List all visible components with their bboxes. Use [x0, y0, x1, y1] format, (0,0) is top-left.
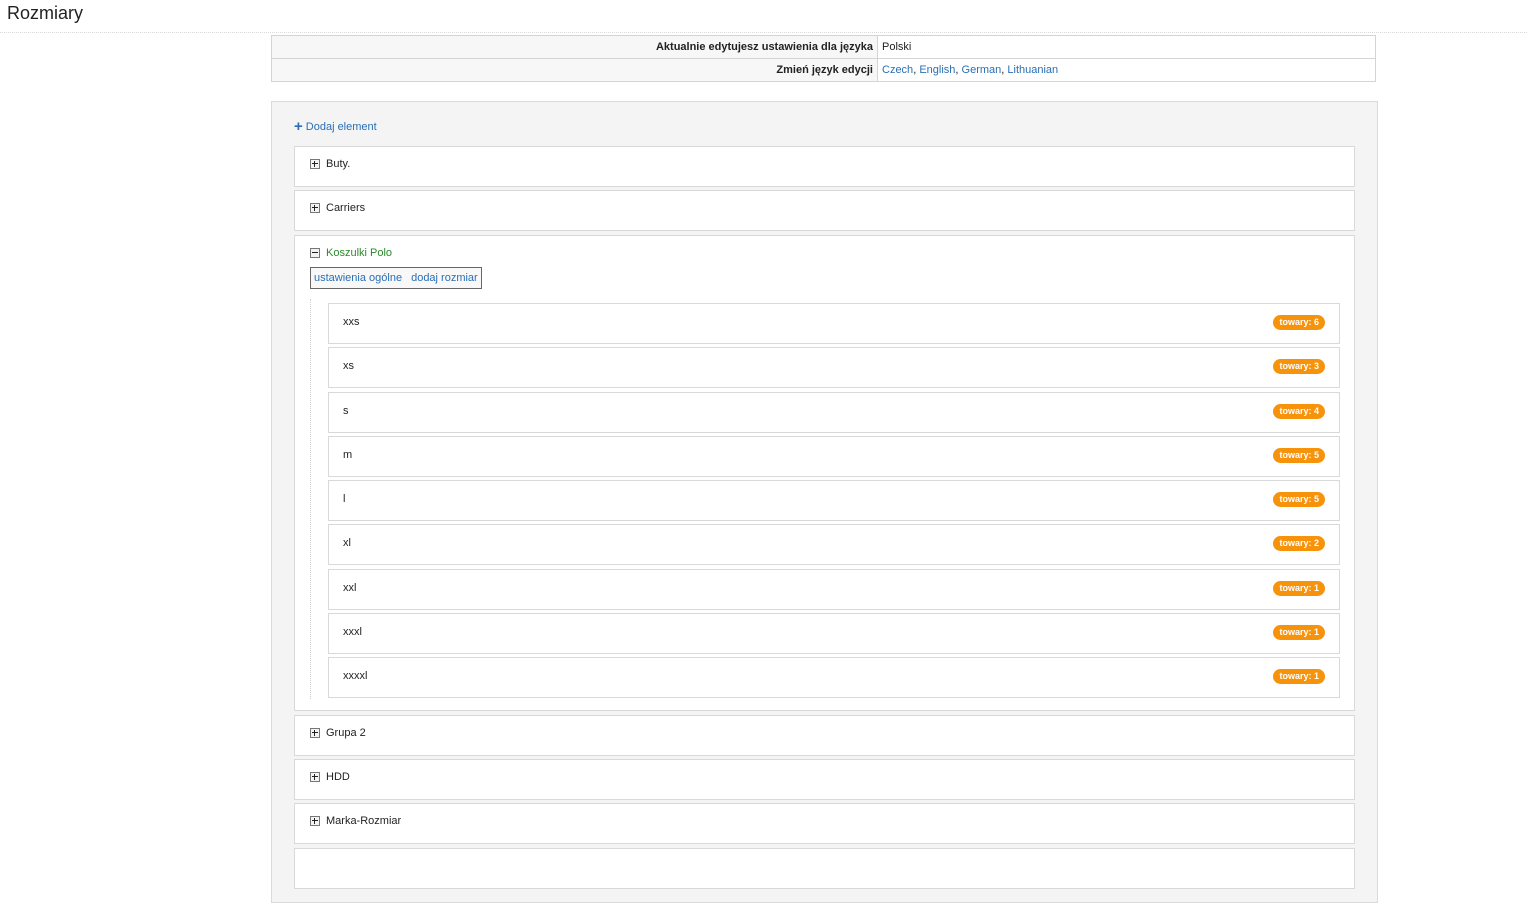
- product-count-badge: towary: 4: [1273, 404, 1325, 419]
- size-row[interactable]: xxs towary: 6: [328, 303, 1340, 344]
- product-count-badge: towary: 5: [1273, 448, 1325, 463]
- tree-line: [310, 299, 312, 699]
- group-partial: [294, 848, 1355, 889]
- size-name: s: [343, 405, 349, 417]
- group-buty: Buty.: [294, 146, 1355, 187]
- expand-icon[interactable]: [310, 159, 320, 169]
- add-element-button[interactable]: + Dodaj element: [294, 118, 377, 135]
- page-header: [0, 0, 1527, 33]
- group-name: Grupa 2: [326, 727, 366, 739]
- language-link-german[interactable]: German: [962, 64, 1002, 76]
- expand-icon[interactable]: [310, 816, 320, 826]
- size-row[interactable]: xxxl towary: 1: [328, 613, 1340, 654]
- collapse-icon[interactable]: [310, 248, 320, 258]
- group-grupa-2: Grupa 2: [294, 715, 1355, 756]
- product-count-badge: towary: 5: [1273, 492, 1325, 507]
- size-name: xxxl: [343, 626, 362, 638]
- group-koszulki-polo: Koszulki Polo ustawienia ogólne dodaj ro…: [294, 235, 1355, 711]
- group-name: Carriers: [326, 202, 366, 214]
- group-header-buty[interactable]: Buty.: [310, 158, 350, 170]
- size-row[interactable]: l towary: 5: [328, 480, 1340, 521]
- product-count-badge: towary: 3: [1273, 359, 1325, 374]
- group-name: Buty.: [326, 158, 351, 170]
- product-count-badge: towary: 1: [1273, 581, 1325, 596]
- size-name: xs: [343, 360, 354, 372]
- size-row[interactable]: xl towary: 2: [328, 524, 1340, 565]
- language-link-czech[interactable]: Czech: [882, 64, 913, 76]
- group-header-carriers[interactable]: Carriers: [310, 202, 365, 214]
- group-carriers: Carriers: [294, 190, 1355, 231]
- page-title: Rozmiary: [7, 3, 84, 23]
- group-hdd: HDD: [294, 759, 1355, 800]
- expand-icon[interactable]: [310, 203, 320, 213]
- size-name: xl: [343, 537, 351, 549]
- size-name: l: [343, 493, 346, 505]
- size-row[interactable]: xxl towary: 1: [328, 569, 1340, 610]
- product-count-badge: towary: 6: [1273, 315, 1325, 330]
- size-name: xxl: [343, 582, 357, 594]
- group-marka-rozmiar: Marka-Rozmiar: [294, 803, 1355, 844]
- language-link-lithuanian[interactable]: Lithuanian: [1007, 64, 1058, 76]
- add-element-label: Dodaj element: [305, 121, 377, 133]
- size-row[interactable]: xxxxl towary: 1: [328, 657, 1340, 698]
- expand-icon[interactable]: [310, 728, 320, 738]
- group-tabs: ustawienia ogólne dodaj rozmiar: [310, 267, 482, 289]
- expand-icon[interactable]: [310, 772, 320, 782]
- current-language-label: Aktualnie edytujesz ustawienia dla język…: [271, 35, 878, 59]
- group-name: Marka-Rozmiar: [326, 815, 402, 827]
- tab-add-size[interactable]: dodaj rozmiar: [411, 272, 478, 284]
- size-row[interactable]: xs towary: 3: [328, 347, 1340, 388]
- product-count-badge: towary: 1: [1273, 625, 1325, 640]
- group-header-hdd[interactable]: HDD: [310, 771, 350, 783]
- elements-panel: + Dodaj element Buty. Carriers Koszulki P…: [271, 101, 1378, 903]
- language-table: Aktualnie edytujesz ustawienia dla język…: [271, 35, 1376, 82]
- size-row[interactable]: m towary: 5: [328, 436, 1340, 477]
- group-header-koszulki-polo[interactable]: Koszulki Polo: [310, 247, 392, 259]
- tab-general-settings[interactable]: ustawienia ogólne: [314, 272, 402, 284]
- change-language-label: Zmień język edycji: [271, 58, 878, 82]
- size-name: xxxxl: [343, 670, 368, 682]
- plus-icon: +: [294, 118, 303, 135]
- group-name: Koszulki Polo: [326, 247, 393, 259]
- size-row[interactable]: s towary: 4: [328, 392, 1340, 433]
- size-name: m: [343, 449, 353, 461]
- current-language-value: Polski: [877, 35, 1376, 59]
- size-name: xxs: [343, 316, 360, 328]
- group-header-grupa-2[interactable]: Grupa 2: [310, 727, 366, 739]
- language-links: Czech, English, German, Lithuanian: [877, 58, 1376, 82]
- language-link-english[interactable]: English: [919, 64, 955, 76]
- group-name: HDD: [326, 771, 350, 783]
- product-count-badge: towary: 2: [1273, 536, 1325, 551]
- group-header-marka-rozmiar[interactable]: Marka-Rozmiar: [310, 815, 401, 827]
- product-count-badge: towary: 1: [1273, 669, 1325, 684]
